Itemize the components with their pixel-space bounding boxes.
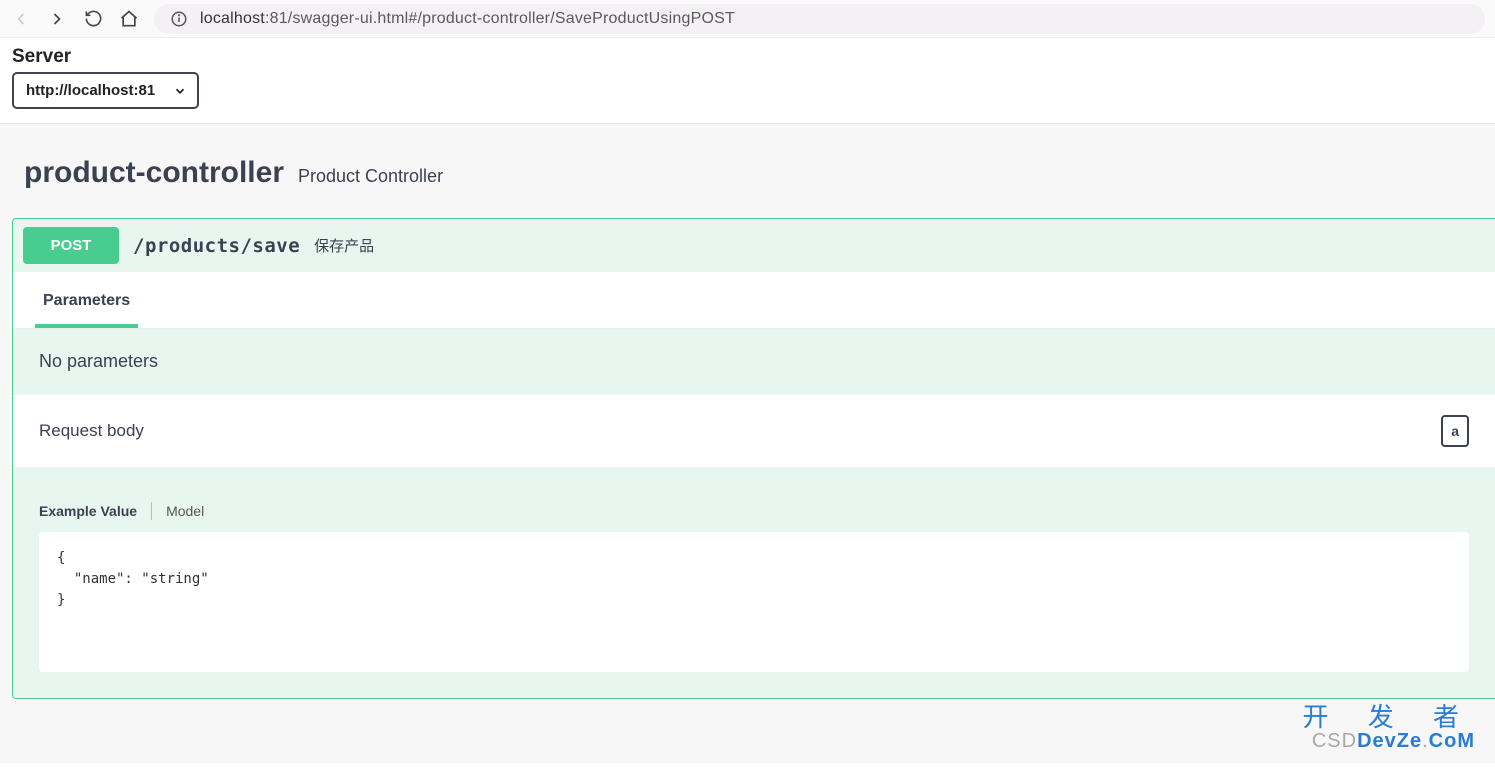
url-text: localhost:81/swagger-ui.html#/product-co…	[200, 10, 735, 28]
watermark-en: CSDDevZe.CoM	[1303, 730, 1475, 753]
server-section: Server http://localhost:81	[0, 38, 1495, 123]
chevron-down-icon	[173, 84, 187, 98]
operation-block: POST /products/save 保存产品 Parameters No p…	[12, 218, 1495, 699]
request-body-label: Request body	[39, 421, 144, 441]
controller-name: product-controller	[24, 156, 284, 190]
browser-bar: localhost:81/swagger-ui.html#/product-co…	[0, 0, 1495, 38]
tab-separator	[151, 502, 152, 520]
controller-header[interactable]: product-controller Product Controller	[0, 156, 1495, 218]
info-icon[interactable]	[168, 8, 190, 30]
tab-example-value[interactable]: Example Value	[39, 503, 137, 519]
url-bar[interactable]: localhost:81/swagger-ui.html#/product-co…	[154, 4, 1485, 34]
value-model-tabs: Example Value Model	[39, 502, 1469, 520]
http-method-badge: POST	[23, 227, 119, 264]
operation-path: /products/save	[133, 235, 300, 257]
server-selected-value: http://localhost:81	[26, 82, 155, 99]
tab-model[interactable]: Model	[166, 503, 204, 519]
back-icon[interactable]	[10, 8, 32, 30]
operation-summary[interactable]: POST /products/save 保存产品	[13, 219, 1495, 272]
example-code-block[interactable]: { "name": "string" }	[39, 532, 1469, 672]
watermark-cn: 开 发 者	[1303, 697, 1475, 734]
tab-parameters[interactable]: Parameters	[35, 286, 138, 328]
tab-header: Parameters	[13, 272, 1495, 329]
reload-icon[interactable]	[82, 8, 104, 30]
forward-icon[interactable]	[46, 8, 68, 30]
controller-description: Product Controller	[298, 166, 443, 187]
content-type-select[interactable]: a	[1441, 415, 1469, 447]
content: product-controller Product Controller PO…	[0, 123, 1495, 763]
no-parameters-text: No parameters	[39, 351, 158, 371]
operation-description: 保存产品	[314, 235, 374, 256]
parameters-section: No parameters	[13, 329, 1495, 394]
request-body-header: Request body a	[13, 394, 1495, 468]
watermark: 开 发 者 CSDDevZe.CoM	[1303, 697, 1475, 753]
request-body-content: Example Value Model { "name": "string" }	[13, 468, 1495, 698]
server-select[interactable]: http://localhost:81	[12, 72, 199, 109]
server-label: Server	[12, 46, 1483, 68]
operation-body: Parameters No parameters Request body a …	[13, 272, 1495, 698]
home-icon[interactable]	[118, 8, 140, 30]
